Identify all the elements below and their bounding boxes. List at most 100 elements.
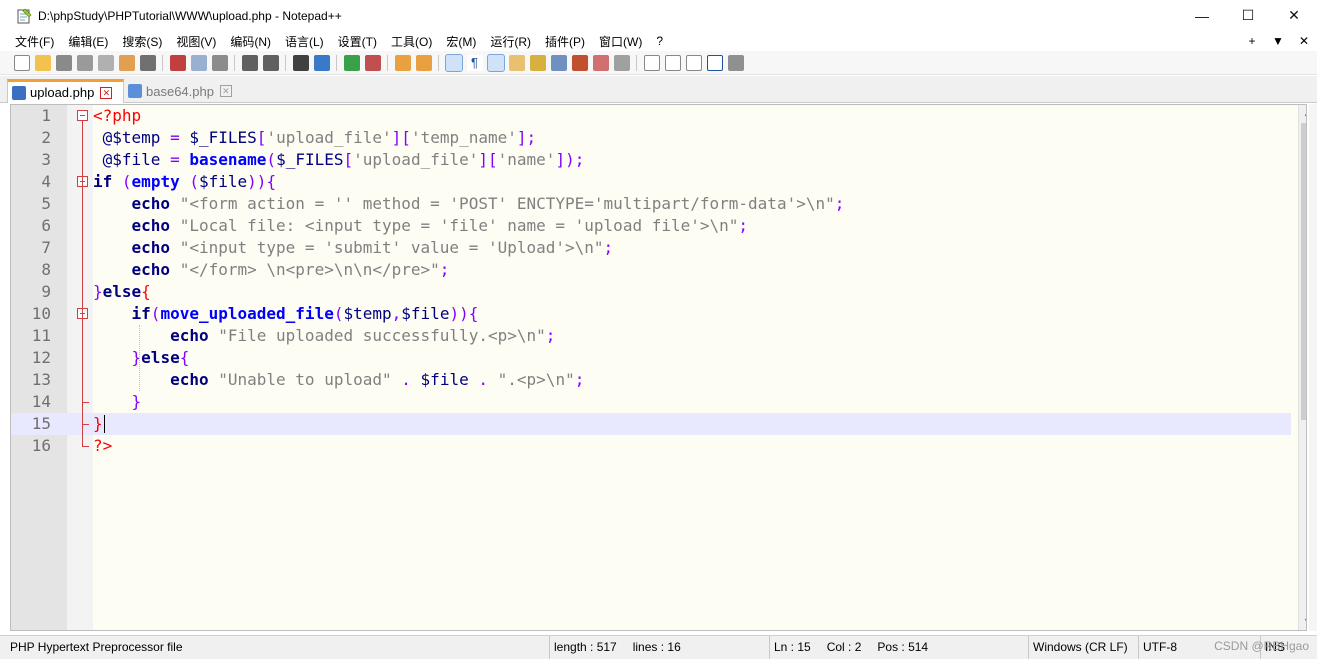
scroll-down-icon[interactable]: ▼ [1299, 613, 1306, 630]
toolbar: ¶ [0, 51, 1317, 75]
line-number: 2 [41, 128, 51, 147]
redo-icon[interactable] [262, 54, 279, 71]
status-length-lines: length : 517 lines : 16 [549, 636, 681, 659]
line-number: 9 [41, 282, 51, 301]
close-document-button[interactable]: ✕ [1291, 34, 1317, 48]
play-macro-icon[interactable] [685, 54, 702, 71]
scrollbar-thumb[interactable] [1301, 123, 1306, 420]
line-number: 11 [31, 326, 51, 345]
tab-list-dropdown-button[interactable]: ▼ [1265, 34, 1291, 48]
menu-plugins[interactable]: 插件(P) [538, 33, 592, 50]
menu-macro[interactable]: 宏(M) [439, 33, 483, 50]
status-encoding[interactable]: UTF-8 [1138, 636, 1177, 659]
line-number: 14 [31, 392, 51, 411]
tab-upload-php[interactable]: upload.php ✕ [7, 79, 124, 103]
menu-file[interactable]: 文件(F) [0, 33, 61, 50]
monitor-icon[interactable] [592, 54, 609, 71]
find-icon[interactable] [292, 54, 309, 71]
menu-language[interactable]: 语言(L) [278, 33, 331, 50]
zoom-in-icon[interactable] [343, 54, 360, 71]
menu-view[interactable]: 视图(V) [169, 33, 223, 50]
tab-close-icon[interactable]: ✕ [100, 86, 113, 99]
close-all-icon[interactable] [118, 54, 135, 71]
save-icon[interactable] [55, 54, 72, 71]
status-ln: Ln : 15 [774, 640, 811, 654]
open-file-icon[interactable] [34, 54, 51, 71]
line-number: 5 [41, 194, 51, 213]
toolbar-separator [285, 54, 286, 71]
code-line: 10 if(move_uploaded_file($temp,$file)){ [11, 303, 1291, 325]
line-number: 8 [41, 260, 51, 279]
background-window-edge [1309, 104, 1317, 631]
code-line: 11 echo "File uploaded successfully.<p>\… [11, 325, 1291, 347]
saved-file-icon [12, 85, 26, 100]
menu-window[interactable]: 窗口(W) [592, 33, 649, 50]
toolbar-separator [162, 54, 163, 71]
code-line: 2 @$temp = $_FILES['upload_file']['temp_… [11, 127, 1291, 149]
minimize-button[interactable]: — [1179, 0, 1225, 31]
cut-icon[interactable] [169, 54, 186, 71]
code-line: 3 @$file = basename($_FILES['upload_file… [11, 149, 1291, 171]
close-button[interactable]: ✕ [1271, 0, 1317, 31]
zoom-out-icon[interactable] [364, 54, 381, 71]
code-line: 9 }else{ [11, 281, 1291, 303]
maximize-button[interactable]: ☐ [1225, 0, 1271, 31]
code-text: echo "<form action = '' method = 'POST' … [131, 194, 845, 213]
stop-macro-icon[interactable] [664, 54, 681, 71]
status-position: Ln : 15 Col : 2 Pos : 514 [769, 636, 928, 659]
status-eol[interactable]: Windows (CR LF) [1028, 636, 1128, 659]
code-text: } [131, 392, 142, 411]
menu-help[interactable]: ? [649, 34, 670, 48]
menu-encoding[interactable]: 编码(N) [223, 33, 278, 50]
code-editor[interactable]: 1 <?php 2 @$temp = $_FILES['upload_file'… [10, 104, 1307, 631]
fold-end-marker [82, 424, 89, 425]
tab-close-icon[interactable]: ✕ [219, 85, 232, 97]
show-all-chars-icon[interactable]: ¶ [466, 54, 483, 71]
menu-settings[interactable]: 设置(T) [331, 33, 384, 50]
fold-toggle-icon[interactable] [77, 110, 88, 121]
code-text: <?php [93, 106, 142, 125]
menu-bar: 文件(F) 编辑(E) 搜索(S) 视图(V) 编码(N) 语言(L) 设置(T… [0, 31, 1317, 51]
replace-icon[interactable] [313, 54, 330, 71]
function-list-icon[interactable] [550, 54, 567, 71]
tab-label: upload.php [30, 85, 95, 100]
menu-edit[interactable]: 编辑(E) [61, 33, 115, 50]
copy-icon[interactable] [190, 54, 207, 71]
indent-guide-icon[interactable] [486, 53, 505, 72]
notepad-app-icon [16, 8, 32, 24]
save-macro-icon[interactable] [727, 54, 744, 71]
vertical-scrollbar[interactable]: ▲ ▼ [1298, 105, 1306, 630]
fold-guide-line [82, 121, 83, 446]
close-icon[interactable] [97, 54, 114, 71]
sync-v-icon[interactable] [394, 54, 411, 71]
scroll-up-icon[interactable]: ▲ [1299, 105, 1306, 122]
word-wrap-icon[interactable] [444, 53, 463, 72]
line-number: 7 [41, 238, 51, 257]
sync-h-icon[interactable] [415, 54, 432, 71]
doc-map-icon[interactable] [529, 54, 546, 71]
current-code-line: 15 } [11, 413, 1291, 435]
menu-run[interactable]: 运行(R) [483, 33, 538, 50]
code-text: echo "</form> \n<pre>\n\n</pre>"; [131, 260, 450, 279]
menu-search[interactable]: 搜索(S) [115, 33, 169, 50]
record-macro-icon[interactable] [643, 54, 660, 71]
status-col: Col : 2 [826, 640, 862, 654]
eye-icon[interactable] [613, 54, 630, 71]
undo-icon[interactable] [241, 54, 258, 71]
code-line: 13 echo "Unable to upload" . $file . ".<… [11, 369, 1291, 391]
code-text: echo "Local file: <input type = 'file' n… [131, 216, 749, 235]
line-number: 13 [31, 370, 51, 389]
menu-tools[interactable]: 工具(O) [384, 33, 439, 50]
line-number: 15 [31, 414, 51, 433]
code-line: 14 } [11, 391, 1291, 413]
folder-workspace-icon[interactable] [571, 54, 588, 71]
udl-icon[interactable] [508, 54, 525, 71]
new-tab-plus-button[interactable]: + [1239, 34, 1265, 48]
tab-base64-php[interactable]: base64.php ✕ [124, 79, 237, 103]
line-number: 6 [41, 216, 51, 235]
paste-icon[interactable] [211, 54, 228, 71]
run-macro-multiple-icon[interactable] [706, 54, 723, 71]
print-icon[interactable] [139, 54, 156, 71]
save-all-icon[interactable] [76, 54, 93, 71]
new-file-icon[interactable] [13, 54, 30, 71]
